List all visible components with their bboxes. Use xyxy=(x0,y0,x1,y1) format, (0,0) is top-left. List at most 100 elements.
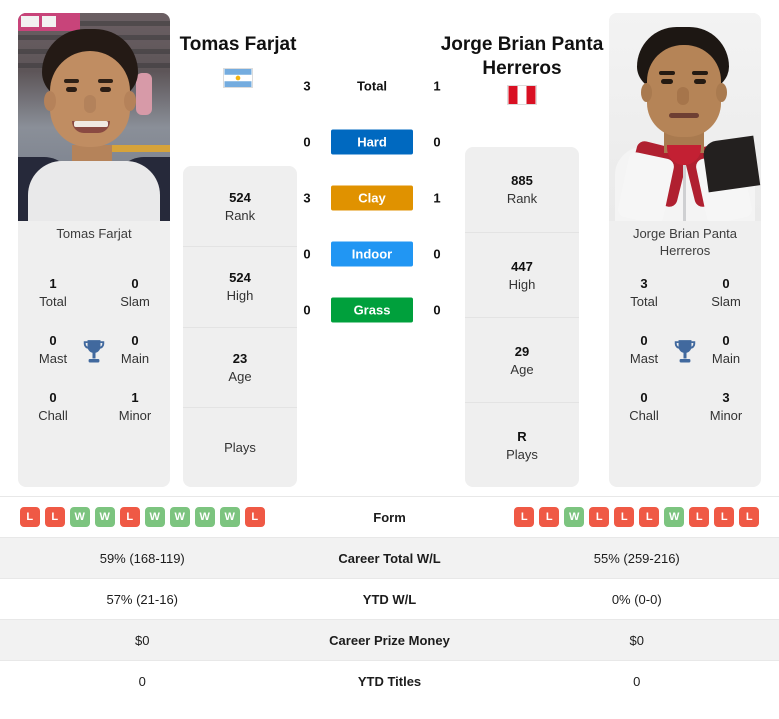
titles-minor-label: Minor xyxy=(118,408,152,423)
table-row-form: LLWWLWWWWL Form LLWLLLWLLL xyxy=(0,496,779,537)
right-player-name[interactable]: Jorge Brian Panta Herreros xyxy=(432,33,612,81)
surface-right-score: 0 xyxy=(433,246,441,262)
right-player-photo xyxy=(609,13,761,221)
left-ytd-wl: 57% (21-16) xyxy=(106,591,179,607)
right-ytd-wl: 0% (0-0) xyxy=(611,591,662,607)
surface-left-score: 3 xyxy=(303,78,311,94)
surface-label-hard: Hard xyxy=(331,129,413,155)
titles-chall-value: 0 xyxy=(49,390,57,405)
surface-label-clay: Clay xyxy=(331,185,413,211)
row-label-ytd-titles: YTD Titles xyxy=(357,673,422,689)
titles-minor-cell: 1 Minor xyxy=(104,389,166,424)
stat-rank-value: 524 xyxy=(229,189,251,205)
head-to-head-top-section: Tomas Farjat 1 Total 0 Slam 0 Mast 0 Mai… xyxy=(0,0,779,492)
left-ytd-titles: 0 xyxy=(138,673,146,689)
titles-slam-label: Slam xyxy=(120,294,150,309)
surface-head-to-head: 3 Total 1 0 Hard 0 3 Clay 1 0 Indoor 0 0 xyxy=(296,58,448,338)
surface-right-score: 0 xyxy=(433,134,441,150)
stat-high-value: 447 xyxy=(511,258,533,274)
form-badge-l: L xyxy=(714,507,735,527)
form-badge-l: L xyxy=(639,507,660,527)
stat-rank-value: 885 xyxy=(511,173,533,188)
comparison-table: LLWWLWWWWL Form LLWLLLWLLL 59% (168-119)… xyxy=(0,496,779,701)
right-player-titles-grid: 3 Total 0 Slam 0 Mast 0 Main 0 Chall 3 M… xyxy=(609,275,761,475)
surface-row-clay: 3 Clay 1 xyxy=(296,170,448,226)
titles-slam-value: 0 xyxy=(131,276,139,291)
stat-age: 23 Age xyxy=(183,326,297,407)
stat-rank-label: Rank xyxy=(224,207,256,223)
stat-rank: 524 Rank xyxy=(183,166,297,246)
stat-plays: R Plays xyxy=(465,402,579,487)
titles-chall-label: Chall xyxy=(38,408,68,423)
left-player-titles-grid: 1 Total 0 Slam 0 Mast 0 Main 0 Chall 1 M… xyxy=(18,275,170,475)
stat-high-label: High xyxy=(508,276,536,292)
titles-row: 0 Chall 3 Minor xyxy=(609,389,761,446)
right-player-stat-column: 885 Rank 447 High 29 Age R Plays xyxy=(465,147,579,487)
titles-row: 1 Total 0 Slam xyxy=(18,275,170,332)
titles-mast-label: Mast xyxy=(38,351,68,366)
stat-age-value: 23 xyxy=(232,350,248,366)
titles-total-cell: 3 Total xyxy=(613,275,675,310)
stat-rank-label: Rank xyxy=(506,191,538,206)
stat-age-label: Age xyxy=(510,361,534,377)
titles-chall-cell: 0 Chall xyxy=(613,389,675,424)
stat-plays-label: Plays xyxy=(506,446,538,462)
titles-row: 0 Chall 1 Minor xyxy=(18,389,170,446)
right-form-badges: LLWLLLWLLL xyxy=(495,507,779,527)
form-badge-l: L xyxy=(739,507,760,527)
titles-main-label: Main xyxy=(711,351,741,366)
titles-slam-value: 0 xyxy=(722,276,730,291)
titles-row: 0 Mast 0 Main xyxy=(18,332,170,389)
table-row-ytd-wl: 57% (21-16) YTD W/L 0% (0-0) xyxy=(0,578,779,619)
titles-row: 3 Total 0 Slam xyxy=(609,275,761,332)
titles-chall-value: 0 xyxy=(640,390,648,405)
table-row-career-prize-money: $0 Career Prize Money $0 xyxy=(0,619,779,660)
right-ytd-titles: 0 xyxy=(633,673,641,689)
left-player-card[interactable]: Tomas Farjat 1 Total 0 Slam 0 Mast 0 Mai… xyxy=(18,13,170,487)
surface-right-score: 1 xyxy=(433,78,441,94)
titles-total-label: Total xyxy=(630,294,658,309)
right-player-card[interactable]: Jorge Brian Panta Herreros 3 Total 0 Sla… xyxy=(609,13,761,487)
titles-minor-value: 1 xyxy=(131,390,139,405)
form-badge-l: L xyxy=(44,507,65,527)
surface-left-score: 3 xyxy=(303,190,311,206)
surface-left-score: 0 xyxy=(303,302,311,318)
titles-mast-value: 0 xyxy=(49,333,57,348)
stat-high: 447 High xyxy=(465,232,579,317)
form-badge-l: L xyxy=(589,507,610,527)
titles-minor-cell: 3 Minor xyxy=(695,389,757,424)
titles-main-cell: 0 Main xyxy=(104,332,166,367)
stat-plays: Plays xyxy=(183,406,297,487)
surface-label-grass: Grass xyxy=(331,297,413,323)
left-career-prize-money: $0 xyxy=(135,632,150,648)
left-career-total-wl: 59% (168-119) xyxy=(99,550,185,566)
form-badge-l: L xyxy=(119,507,140,527)
surface-row-grass: 0 Grass 0 xyxy=(296,282,448,338)
table-row-ytd-titles: 0 YTD Titles 0 xyxy=(0,660,779,701)
right-player-card-name: Jorge Brian Panta Herreros xyxy=(632,226,738,258)
form-badge-w: W xyxy=(169,507,190,527)
right-career-total-wl: 55% (259-216) xyxy=(593,550,680,566)
titles-mast-cell: 0 Mast xyxy=(613,332,675,367)
left-player-card-name: Tomas Farjat xyxy=(56,226,132,241)
stat-high: 524 High xyxy=(183,246,297,326)
surface-right-score: 0 xyxy=(433,302,441,318)
stat-age-label: Age xyxy=(228,368,252,384)
peru-flag-icon xyxy=(507,85,537,105)
stat-age-value: 29 xyxy=(514,343,530,359)
form-badge-w: W xyxy=(664,507,685,527)
titles-slam-label: Slam xyxy=(711,294,741,309)
titles-main-value: 0 xyxy=(722,333,730,348)
titles-mast-cell: 0 Mast xyxy=(22,332,84,367)
titles-mast-value: 0 xyxy=(640,333,648,348)
left-player-name[interactable]: Tomas Farjat xyxy=(148,33,328,57)
surface-left-score: 0 xyxy=(303,246,311,262)
stat-plays-label: Plays xyxy=(224,439,256,455)
form-badge-l: L xyxy=(689,507,710,527)
row-label-ytd-wl: YTD W/L xyxy=(362,591,417,607)
left-form-badges: LLWWLWWWWL xyxy=(0,507,285,527)
stat-high-label: High xyxy=(226,288,254,304)
form-badge-l: L xyxy=(514,507,535,527)
titles-row: 0 Mast 0 Main xyxy=(609,332,761,389)
row-label-career-total-wl: Career Total W/L xyxy=(338,550,441,566)
